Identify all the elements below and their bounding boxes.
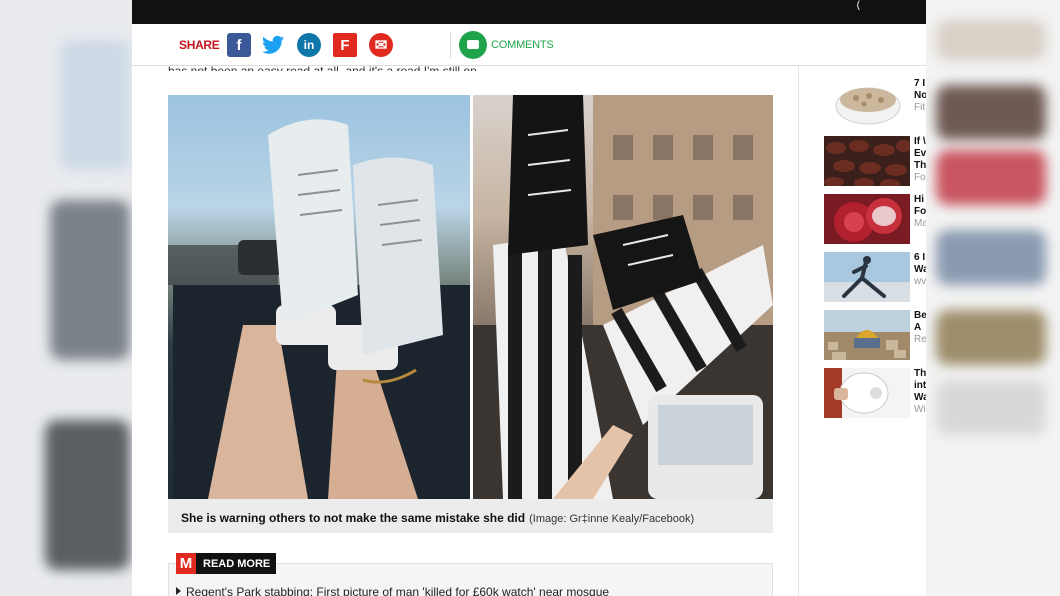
ad-source: Fit xyxy=(914,102,926,113)
caption-text: She is warning others to not make the sa… xyxy=(181,511,694,525)
flipboard-share-icon[interactable]: F xyxy=(333,33,357,57)
yoga-pose-icon xyxy=(824,252,910,302)
sneakers-illustration-left xyxy=(168,119,470,499)
read-more-link[interactable]: Regent's Park stabbing: First picture of… xyxy=(176,585,609,596)
twitter-bird-icon xyxy=(262,35,284,54)
ad-title: 7 I No xyxy=(914,78,926,101)
twitter-share-icon[interactable] xyxy=(261,33,285,57)
read-more-link-text: Regent's Park stabbing: First picture of… xyxy=(186,585,610,596)
comments-icon[interactable] xyxy=(459,31,487,59)
ad-text: If \ Ev Th Fo xyxy=(914,136,926,184)
ad-title: Be A xyxy=(914,310,926,333)
caption-main: She is warning others to not make the sa… xyxy=(181,511,526,525)
ad-text: 7 I No Fit xyxy=(914,78,926,114)
oatmeal-bowl-icon xyxy=(824,78,910,128)
arrow-right-icon xyxy=(176,587,181,595)
ad-text: Hi Fo Ma xyxy=(914,194,926,230)
photo-caption: She is warning others to not make the sa… xyxy=(168,499,773,533)
article-text-cut-off: has not been an easy road at all, and it… xyxy=(168,64,481,71)
topbar-icon[interactable]: ( xyxy=(857,0,860,11)
ad-source: wv xyxy=(914,276,926,287)
linkedin-share-icon[interactable]: in xyxy=(297,33,321,57)
background-left-blur xyxy=(0,0,132,596)
share-label: SHARE xyxy=(179,38,220,52)
share-divider xyxy=(450,32,451,58)
mirror-logo-icon: M xyxy=(176,553,196,574)
read-more-label: READ MORE xyxy=(203,557,271,570)
sidebar-ad-2[interactable]: Hi Fo Ma xyxy=(824,194,926,244)
background-right-blur xyxy=(926,0,1060,596)
top-navigation-bar: ( xyxy=(132,0,926,24)
facebook-share-icon[interactable]: f xyxy=(227,33,251,57)
column-divider xyxy=(798,66,799,596)
ad-title: Th int Wa xyxy=(914,368,926,403)
ad-title: If \ Ev Th xyxy=(914,136,926,171)
ad-source: Wi xyxy=(914,404,926,415)
ad-text: Th int Wa Wi xyxy=(914,368,926,416)
article-page: ( SHARE f in F ✉ COMMENTS has not been a… xyxy=(132,0,926,596)
ad-title: Hi Fo xyxy=(914,194,926,217)
sidebar-ad-0[interactable]: 7 I No Fit xyxy=(824,78,926,128)
ad-source: Fo xyxy=(914,172,926,183)
article-photo[interactable] xyxy=(168,95,773,499)
jerusalem-city-icon xyxy=(824,310,910,360)
read-more-header: M READ MORE xyxy=(176,553,277,574)
caption-credit: (Image: Gr‡inne Kealy/Facebook) xyxy=(529,513,695,525)
ad-source: Ma xyxy=(914,218,926,229)
device-icon xyxy=(824,368,910,418)
sidebar-ad-4[interactable]: Be A Re xyxy=(824,310,926,360)
ad-title: 6 I Wa xyxy=(914,252,926,275)
sidebar-ad-1[interactable]: If \ Ev Th Fo xyxy=(824,136,926,186)
pomegranate-icon xyxy=(824,194,910,244)
photo-white-sneakers xyxy=(168,95,470,499)
sidebar-ad-5[interactable]: Th int Wa Wi xyxy=(824,368,926,418)
ad-text: 6 I Wa wv xyxy=(914,252,926,288)
sidebar-ad-3[interactable]: 6 I Wa wv xyxy=(824,252,926,302)
ad-text: Be A Re xyxy=(914,310,926,346)
sneakers-illustration-right xyxy=(473,95,773,499)
email-share-icon[interactable]: ✉ xyxy=(369,33,393,57)
photo-striped-leggings xyxy=(473,95,773,499)
ad-source: Re xyxy=(914,334,926,345)
comments-link[interactable]: COMMENTS xyxy=(491,39,554,51)
dates-fruit-icon xyxy=(824,136,910,186)
